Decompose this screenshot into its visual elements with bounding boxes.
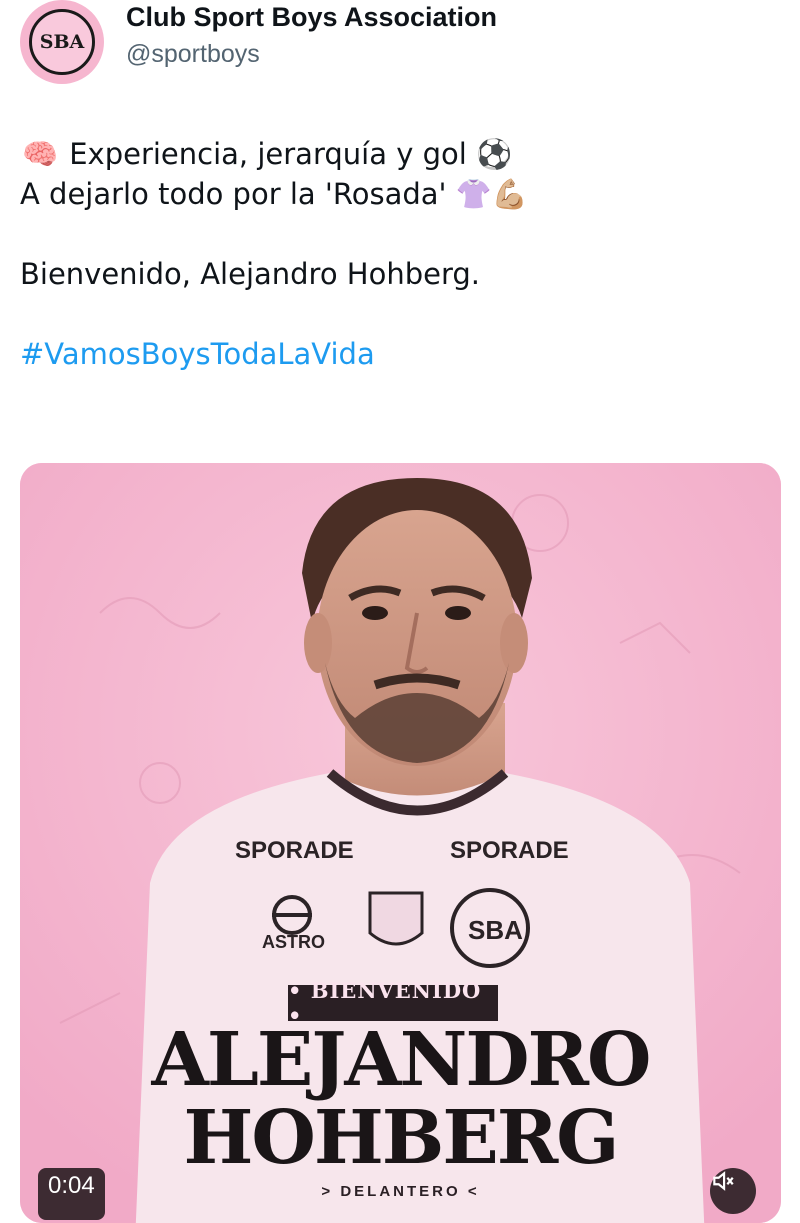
avatar-text: SBA (39, 31, 85, 53)
tweet-line-1-text: Experiencia, jerarquía y gol (69, 137, 467, 171)
sponsor-left-logo: SPORADE (235, 837, 354, 864)
club-badge-icon (368, 891, 424, 946)
tweet-header: SBA Club Sport Boys Association @sportbo… (20, 0, 780, 84)
speaker-muted-icon (713, 1171, 734, 1191)
shirt-and-flexed-arm-emoji-icon: 👚💪🏼 (455, 177, 528, 211)
soccer-ball-emoji-icon: ⚽ (476, 137, 513, 171)
brain-emoji-icon: 🧠 (21, 137, 59, 171)
mute-button[interactable] (710, 1168, 756, 1214)
tweet-line-3: Bienvenido, Alejandro Hohberg. (20, 257, 481, 291)
account-handle[interactable]: @sportboys (126, 40, 260, 69)
welcome-banner: • BIENVENIDO • (288, 978, 498, 1028)
player-first-name: ALEJANDRO (151, 1017, 651, 1103)
tweet-line-2: A dejarlo todo por la 'Rosada' 👚💪🏼 (20, 174, 780, 214)
video-timestamp: 0:04 (38, 1168, 105, 1220)
tweet-line-2-text: A dejarlo todo por la 'Rosada' (20, 177, 447, 211)
display-name[interactable]: Club Sport Boys Association (126, 2, 497, 33)
hashtag-link[interactable]: #VamosBoysTodaLaVida (20, 334, 780, 374)
tweet-line-1: 🧠 Experiencia, jerarquía y gol ⚽ (20, 134, 780, 174)
tweet-video-media[interactable]: SPORADE SPORADE ASTRO SBA • BIENVENIDO •… (20, 463, 781, 1223)
player-position: > DELANTERO < (321, 1183, 480, 1200)
sba-shirt-crest-text: SBA (468, 915, 523, 945)
sponsor-chest-logo: ASTRO (262, 932, 325, 952)
tweet-body: 🧠 Experiencia, jerarquía y gol ⚽ A dejar… (20, 134, 780, 374)
account-avatar[interactable]: SBA (20, 0, 104, 84)
sba-crest-logo: SBA (29, 9, 95, 75)
sponsor-right-logo: SPORADE (450, 837, 569, 864)
player-last-name: HOHBERG (183, 1095, 620, 1181)
